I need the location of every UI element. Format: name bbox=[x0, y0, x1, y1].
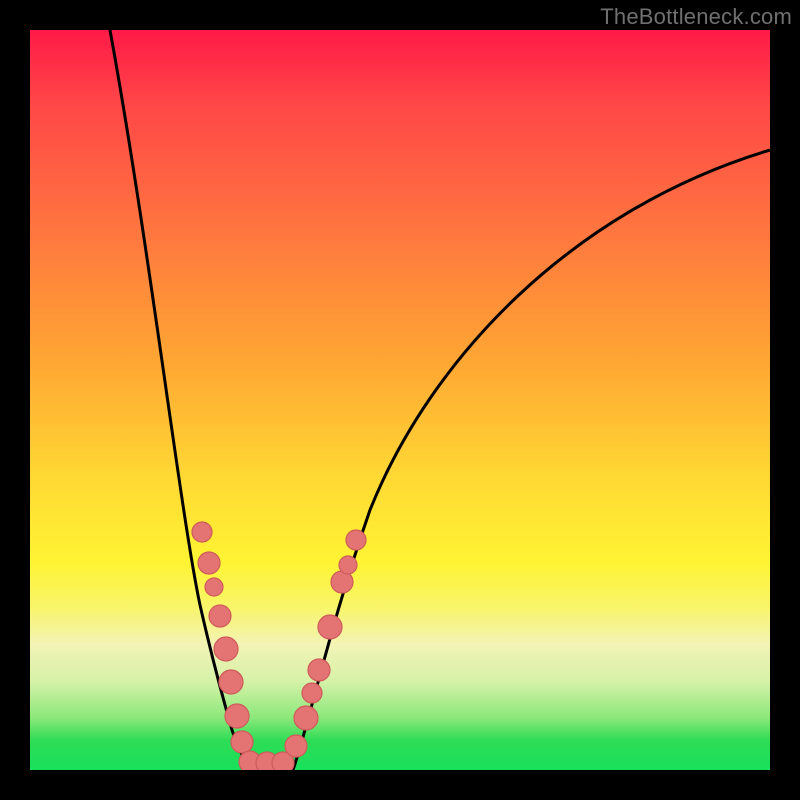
watermark-text: TheBottleneck.com bbox=[600, 4, 792, 30]
curve-marker bbox=[285, 735, 307, 757]
curve-right bbox=[293, 150, 770, 770]
curve-marker bbox=[209, 605, 231, 627]
curve-marker bbox=[219, 670, 243, 694]
plot-area bbox=[30, 30, 770, 770]
curve-marker bbox=[339, 556, 357, 574]
marker-group bbox=[192, 522, 366, 770]
curve-marker bbox=[214, 637, 238, 661]
curve-marker bbox=[205, 578, 223, 596]
curve-marker bbox=[302, 683, 322, 703]
curve-marker bbox=[318, 615, 342, 639]
curve-marker bbox=[192, 522, 212, 542]
curve-marker bbox=[198, 552, 220, 574]
curve-marker bbox=[225, 704, 249, 728]
curve-marker bbox=[346, 530, 366, 550]
chart-frame: TheBottleneck.com bbox=[0, 0, 800, 800]
curve-marker bbox=[231, 731, 253, 753]
curve-layer bbox=[30, 30, 770, 770]
curve-marker bbox=[308, 659, 330, 681]
curve-marker bbox=[294, 706, 318, 730]
